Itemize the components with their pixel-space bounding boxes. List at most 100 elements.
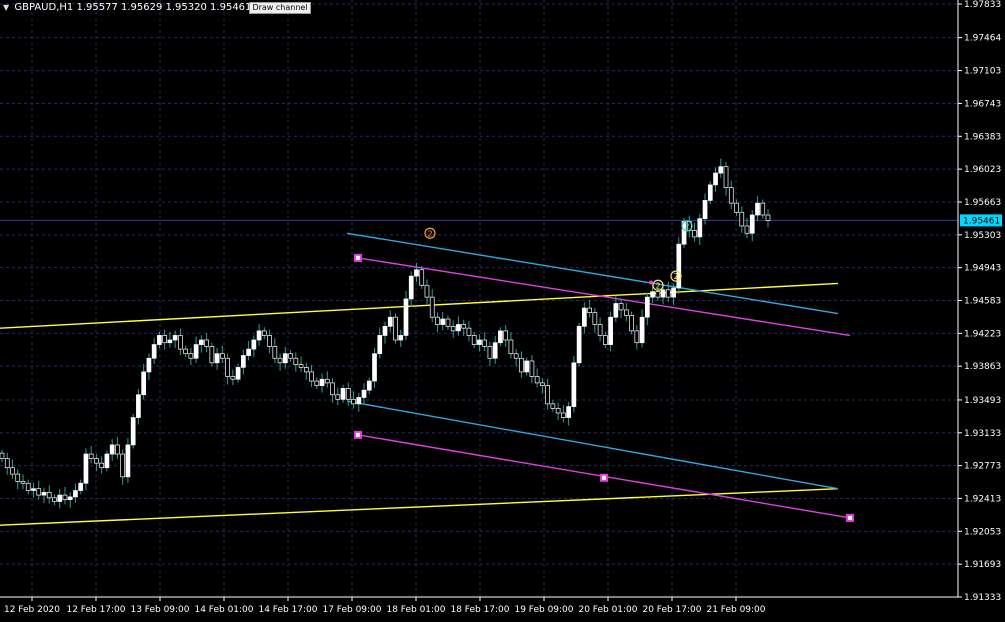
candle-body bbox=[461, 324, 467, 329]
candle-body bbox=[576, 325, 582, 364]
candle-body bbox=[540, 382, 545, 386]
candle-body bbox=[178, 335, 183, 350]
candle-body bbox=[83, 453, 89, 484]
candle-body bbox=[4, 458, 10, 469]
swing-marker-label: 2 bbox=[655, 281, 660, 290]
y-tick-label: 1.92413 bbox=[964, 494, 1001, 504]
candle-body bbox=[356, 397, 362, 405]
candle-body bbox=[529, 360, 535, 377]
draw-channel-button[interactable]: Draw channel bbox=[249, 2, 311, 14]
candle-body bbox=[765, 214, 771, 221]
candle-body bbox=[372, 353, 377, 382]
candle-body bbox=[141, 371, 147, 396]
x-tick-label: 18 Feb 01:00 bbox=[386, 605, 445, 615]
y-tick-label: 1.97464 bbox=[964, 34, 1001, 44]
candle-body bbox=[324, 378, 330, 384]
candle-body bbox=[429, 296, 435, 318]
candle-body bbox=[403, 298, 409, 336]
candle-body bbox=[613, 303, 619, 318]
candle-body bbox=[498, 330, 503, 344]
candle-body bbox=[282, 353, 288, 364]
candle-body bbox=[277, 357, 283, 364]
x-tick-label: 13 Feb 09:00 bbox=[130, 605, 189, 615]
candle-body bbox=[109, 444, 115, 455]
candle-body bbox=[618, 303, 624, 311]
candle-body bbox=[10, 467, 15, 475]
candle-body bbox=[692, 230, 697, 238]
candle-body bbox=[435, 316, 440, 325]
candle-body bbox=[519, 357, 524, 373]
candle-body bbox=[414, 269, 419, 277]
candle-body bbox=[115, 444, 120, 455]
candle-body bbox=[734, 202, 739, 213]
candle-body bbox=[314, 380, 320, 386]
y-tick-label: 1.93133 bbox=[964, 429, 1001, 439]
candle-body bbox=[31, 488, 36, 491]
candle-body bbox=[534, 376, 540, 384]
y-tick-label: 1.95663 bbox=[964, 198, 1001, 208]
candle-body bbox=[309, 371, 314, 382]
candle-body bbox=[62, 494, 68, 501]
candle-body bbox=[718, 166, 724, 174]
candle-body bbox=[162, 335, 167, 344]
candle-body bbox=[46, 492, 52, 499]
candle-body bbox=[760, 202, 766, 216]
candle-body bbox=[99, 462, 105, 469]
symbol-label: GBPAUD,H1 bbox=[14, 2, 74, 13]
candle-body bbox=[157, 335, 162, 345]
candle-body bbox=[120, 453, 126, 478]
candle-body bbox=[728, 187, 734, 204]
candle-body bbox=[57, 494, 63, 502]
candle-body bbox=[319, 378, 325, 386]
candle-body bbox=[251, 339, 257, 350]
y-tick-label: 1.92773 bbox=[964, 462, 1001, 472]
candle-body bbox=[73, 490, 78, 498]
x-tick-label: 14 Feb 01:00 bbox=[194, 605, 253, 615]
candle-body bbox=[235, 367, 241, 380]
candle-body bbox=[723, 166, 729, 188]
y-tick-label: 1.97833 bbox=[964, 0, 1001, 10]
candle-body bbox=[634, 330, 640, 344]
candle-body bbox=[592, 312, 598, 325]
candle-body bbox=[183, 348, 188, 355]
chart-canvas[interactable]: 2 2 2 2 1.97833 1.97464 1.97103 1.96743 1.96383… bbox=[0, 0, 1005, 622]
candle-body bbox=[41, 492, 47, 496]
candle-body bbox=[293, 357, 299, 365]
candle-body bbox=[387, 316, 393, 327]
candle-body bbox=[225, 357, 230, 377]
candle-body bbox=[335, 394, 341, 400]
x-tick-label: 20 Feb 17:00 bbox=[642, 605, 701, 615]
x-tick-label: 20 Feb 01:00 bbox=[578, 605, 637, 615]
swing-marker-label: 2 bbox=[673, 272, 678, 281]
candle-body bbox=[20, 481, 26, 484]
x-tick-label: 12 Feb 2020 bbox=[4, 605, 60, 615]
candle-body bbox=[261, 330, 267, 336]
channel-anchor-point bbox=[354, 253, 362, 262]
candle-body bbox=[172, 335, 178, 341]
candle-body bbox=[665, 289, 671, 298]
candle-body bbox=[78, 482, 84, 491]
y-tick-label: 1.94223 bbox=[964, 329, 1001, 339]
candle-body bbox=[697, 218, 703, 238]
y-tick-label: 1.93493 bbox=[964, 396, 1001, 406]
candle-body bbox=[288, 353, 293, 359]
candle-body bbox=[749, 214, 755, 234]
dropdown-arrow-icon[interactable]: ▼ bbox=[3, 3, 9, 12]
candle-body bbox=[424, 284, 430, 298]
candle-body bbox=[167, 339, 173, 344]
candle-body bbox=[456, 324, 461, 332]
candle-body bbox=[188, 353, 194, 359]
candle-body bbox=[256, 330, 262, 341]
y-tick-label: 1.97103 bbox=[964, 67, 1001, 77]
candle-body bbox=[351, 398, 356, 405]
candle-body bbox=[650, 291, 655, 298]
candle-body bbox=[104, 453, 110, 469]
candle-body bbox=[660, 289, 666, 298]
current-price-label: 1.95461 bbox=[963, 216, 1000, 226]
chart-background bbox=[0, 0, 1005, 622]
candle-body bbox=[555, 408, 561, 414]
candle-body bbox=[382, 325, 388, 336]
y-tick-label: 1.96023 bbox=[964, 165, 1001, 175]
candle-body bbox=[608, 316, 613, 345]
y-tick-label: 1.96743 bbox=[964, 99, 1001, 109]
